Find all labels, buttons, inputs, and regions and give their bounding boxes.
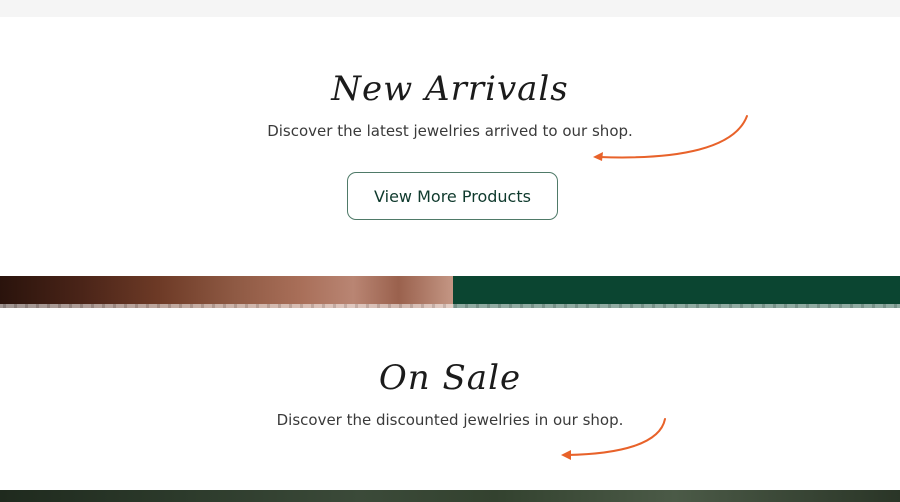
curved-arrow-icon xyxy=(593,115,748,161)
bottom-photo-strip xyxy=(0,490,900,502)
on-sale-subtitle: Discover the discounted jewelries in our… xyxy=(276,411,624,429)
new-arrivals-title: New Arrivals xyxy=(331,69,569,109)
view-more-products-button[interactable]: View More Products xyxy=(347,172,558,220)
new-arrivals-subtitle: Discover the latest jewelries arrived to… xyxy=(267,122,633,140)
top-strip xyxy=(0,0,900,17)
product-banner xyxy=(0,276,900,308)
new-arrivals-section: New Arrivals Discover the latest jewelri… xyxy=(0,17,900,276)
on-sale-title: On Sale xyxy=(378,358,522,398)
on-sale-section: On Sale Discover the discounted jewelrie… xyxy=(0,308,900,490)
curved-arrow-icon xyxy=(561,418,666,460)
